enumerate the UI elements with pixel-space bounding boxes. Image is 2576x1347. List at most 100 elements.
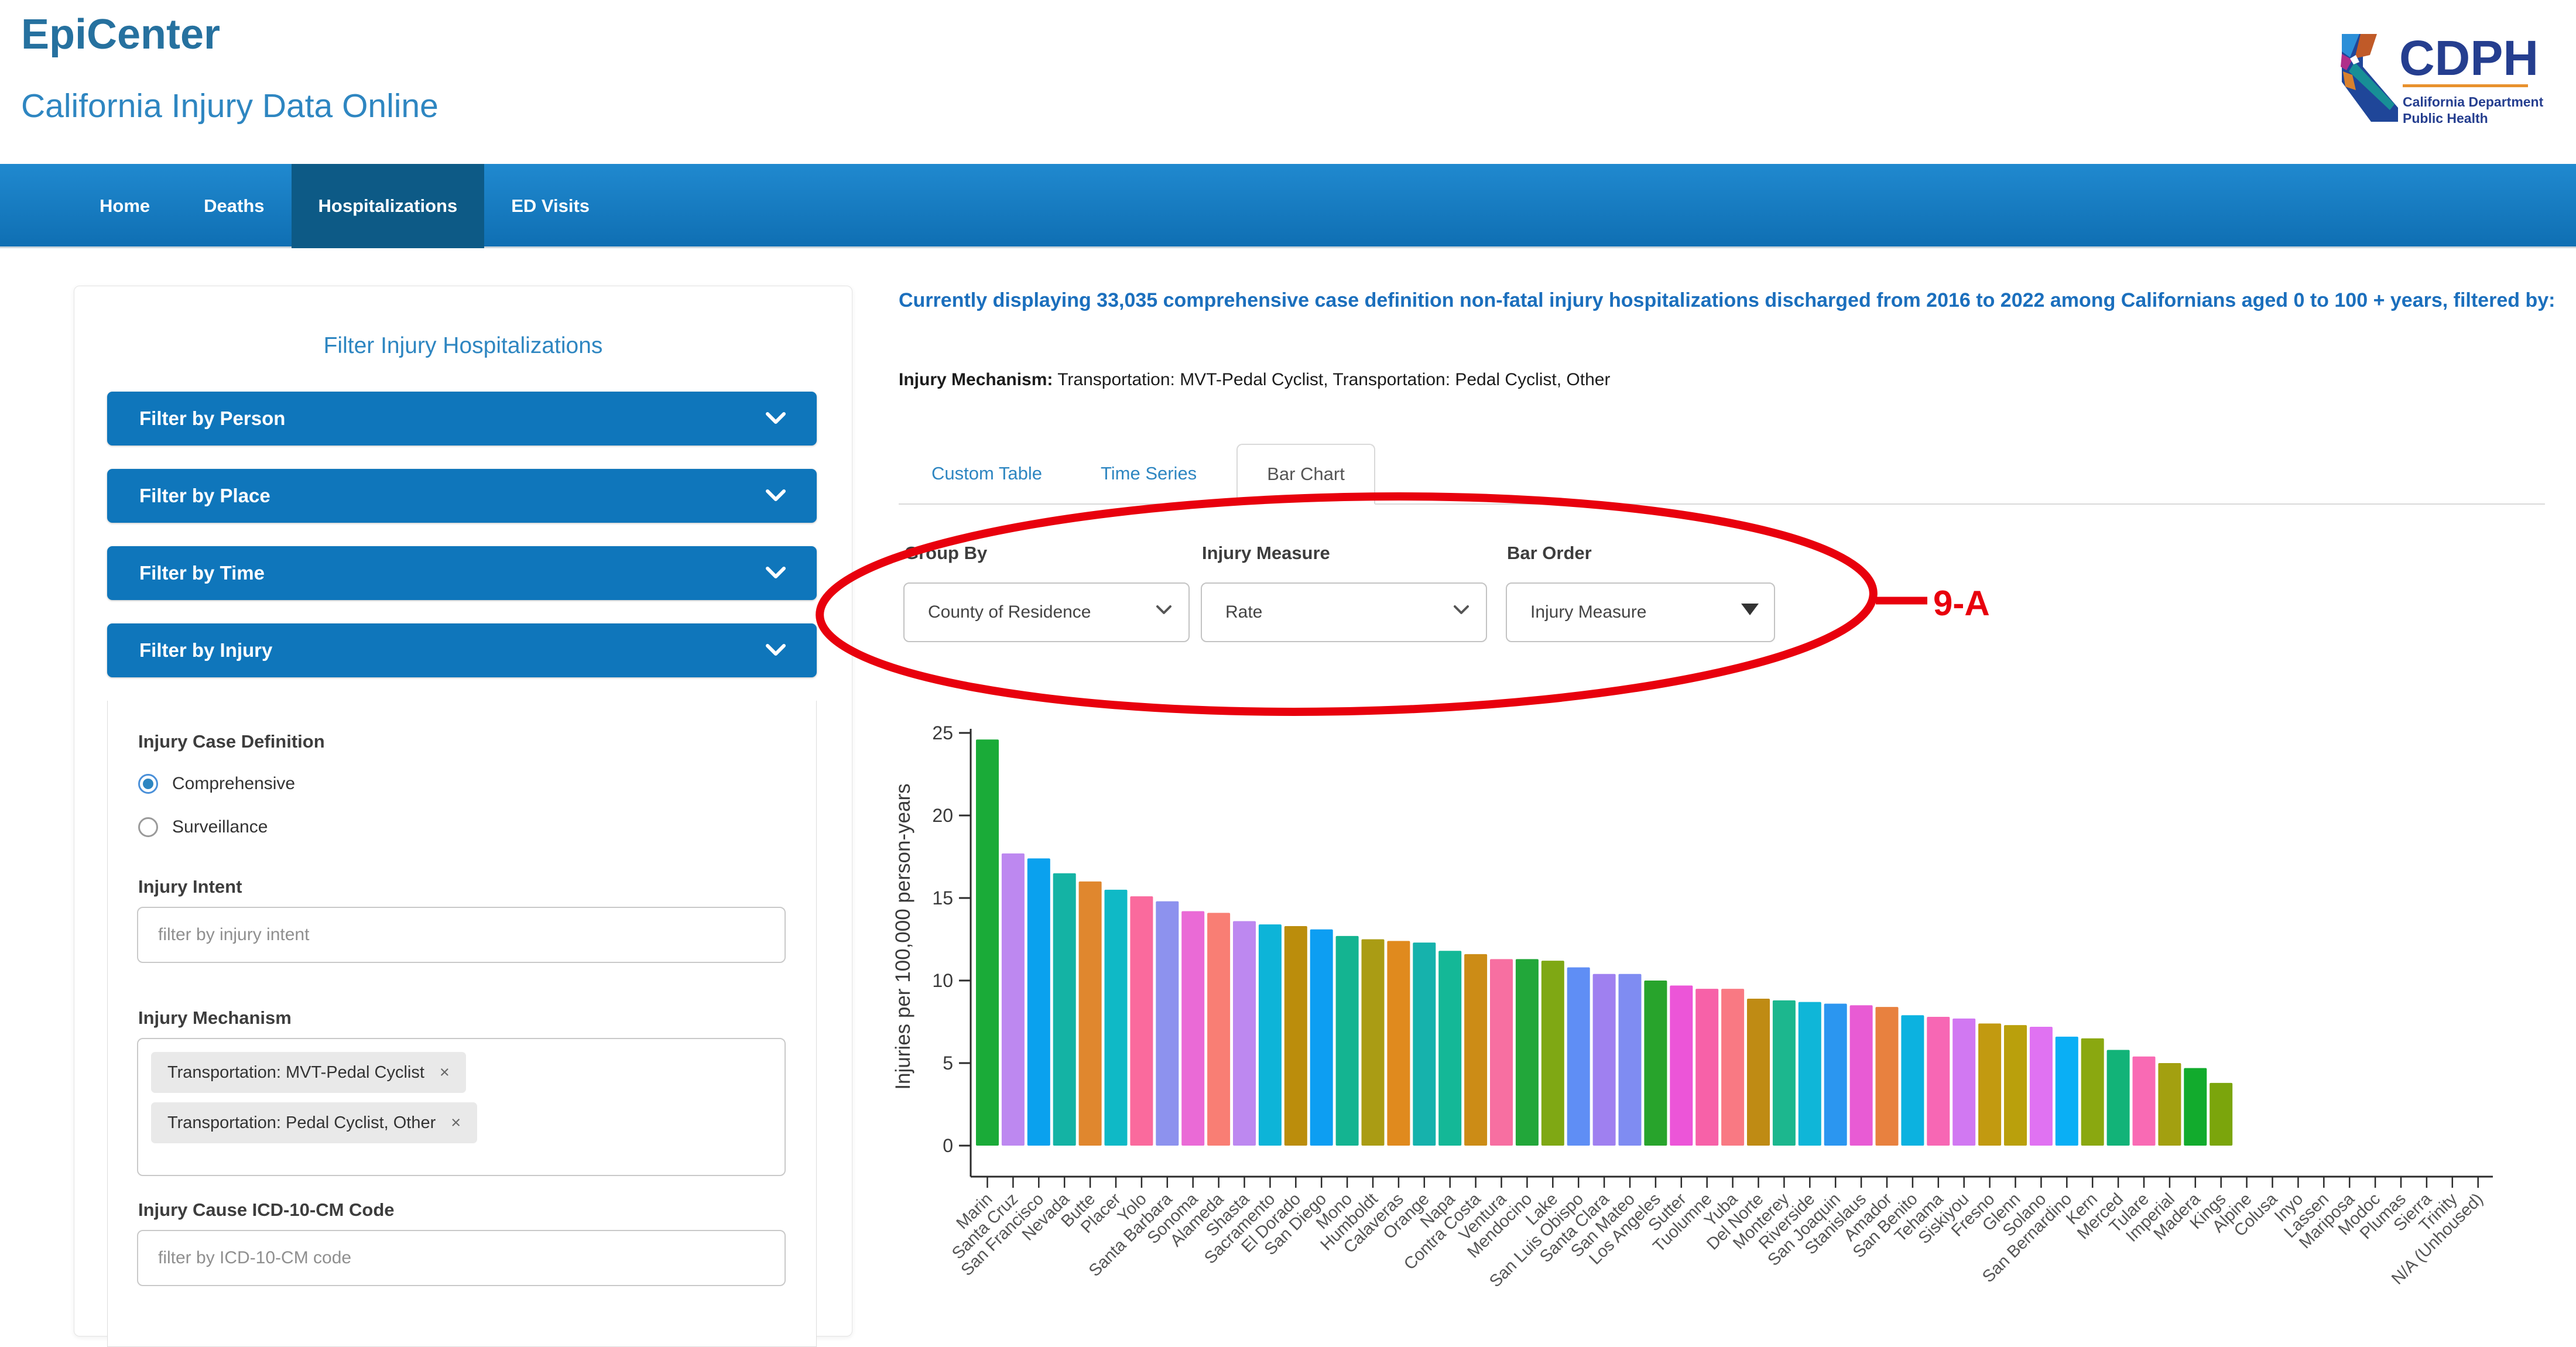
- accordion-filter-by-time[interactable]: Filter by Time: [107, 546, 817, 600]
- bar-sacramento: [1259, 924, 1282, 1146]
- chevron-down-icon: [765, 489, 786, 503]
- icd-code-label: Injury Cause ICD-10-CM Code: [138, 1199, 395, 1221]
- view-tabs: Custom Table Time Series Bar Chart: [899, 444, 2545, 505]
- bar-alameda: [1207, 913, 1230, 1146]
- radio-comprehensive[interactable]: Comprehensive: [138, 771, 295, 797]
- chevron-down-icon: [765, 489, 786, 503]
- tab-custom-table[interactable]: Custom Table: [931, 463, 1042, 484]
- bar-nevada: [1053, 873, 1076, 1146]
- y-tick-label: 10: [932, 970, 953, 991]
- main-nav: HomeDeathsHospitalizationsED Visits: [0, 164, 2576, 248]
- injury-mechanism-label: Injury Mechanism: [138, 1007, 292, 1029]
- chevron-down-icon: [1156, 605, 1172, 615]
- bar-san-diego: [1310, 930, 1333, 1146]
- bar-placer: [1105, 890, 1128, 1146]
- bar-siskiyou: [1952, 1019, 1975, 1146]
- chevron-down-icon: [765, 643, 786, 657]
- bar-tehama: [1927, 1017, 1950, 1146]
- bar-yuba: [1721, 989, 1744, 1146]
- radio-label: Comprehensive: [172, 774, 295, 794]
- chevron-down-icon: [1453, 605, 1469, 615]
- bar-calaveras: [1387, 941, 1410, 1146]
- bar-yolo: [1130, 896, 1153, 1146]
- nav-item-deaths[interactable]: Deaths: [177, 164, 291, 248]
- injury-intent-input[interactable]: [137, 907, 786, 963]
- bar-santa-barbara: [1156, 902, 1179, 1146]
- bar-chart: 0510152025Injuries per 100,000 person-ye…: [878, 702, 2576, 1338]
- bar-monterey: [1773, 1000, 1796, 1146]
- caret-down-icon: [1741, 604, 1759, 615]
- remove-tag-icon[interactable]: ×: [440, 1063, 450, 1082]
- bar-san-mateo: [1619, 974, 1642, 1146]
- bar-san-francisco: [1027, 858, 1050, 1146]
- cdph-logo-icon: CDPH California Department of Public Hea…: [2329, 21, 2547, 138]
- injury-mechanism-box[interactable]: Transportation: MVT-Pedal Cyclist× Transp…: [137, 1038, 786, 1176]
- bar-tulare: [2133, 1057, 2156, 1146]
- results-summary: Currently displaying 33,035 comprehensiv…: [899, 280, 2561, 321]
- bar-riverside: [1799, 1002, 1821, 1146]
- bar-marin: [976, 739, 999, 1146]
- chevron-down-icon: [765, 412, 786, 426]
- bar-san-luis-obispo: [1567, 967, 1590, 1146]
- bar-solano: [2030, 1027, 2053, 1146]
- mechanism-tag: Transportation: Pedal Cyclist, Other×: [151, 1102, 477, 1143]
- radio-unselected-icon[interactable]: [138, 817, 158, 837]
- bar-glenn: [2004, 1025, 2027, 1146]
- radio-surveillance[interactable]: Surveillance: [138, 814, 268, 840]
- nav-item-hospitalizations[interactable]: Hospitalizations: [292, 164, 485, 248]
- applied-filter-value: Transportation: MVT-Pedal Cyclist, Trans…: [1053, 370, 1610, 389]
- y-axis-title: Injuries per 100,000 person-years: [892, 783, 914, 1089]
- app-subtitle: California Injury Data Online: [21, 87, 439, 125]
- radio-label: Surveillance: [172, 817, 268, 837]
- bar-sutter: [1670, 985, 1693, 1146]
- injury-measure-label: Injury Measure: [1202, 543, 1330, 564]
- accordion-filter-by-person[interactable]: Filter by Person: [107, 392, 817, 445]
- chevron-down-icon: [765, 412, 786, 426]
- y-tick-label: 20: [932, 805, 953, 826]
- accordion-filter-by-place[interactable]: Filter by Place: [107, 469, 817, 523]
- bar-contra-costa: [1464, 954, 1487, 1146]
- bar-stanislaus: [1850, 1005, 1873, 1146]
- radio-selected-icon[interactable]: [138, 774, 158, 794]
- bar-order-select[interactable]: Injury Measure: [1506, 582, 1775, 642]
- bar-humboldt: [1362, 940, 1385, 1146]
- group-by-select[interactable]: County of Residence: [903, 582, 1190, 642]
- injury-measure-select[interactable]: Rate: [1201, 582, 1487, 642]
- accordion-filter-by-injury[interactable]: Filter by Injury: [107, 623, 817, 677]
- bar-madera: [2184, 1068, 2207, 1146]
- bar-shasta: [1233, 921, 1256, 1146]
- tab-bar-chart[interactable]: Bar Chart: [1236, 444, 1375, 505]
- filter-panel: Filter Injury Hospitalizations Filter by…: [74, 286, 852, 1336]
- bar-lake: [1542, 961, 1564, 1146]
- nav-item-home[interactable]: Home: [73, 164, 177, 248]
- y-tick-label: 15: [932, 887, 953, 909]
- chevron-down-icon: [765, 566, 786, 580]
- remove-tag-icon[interactable]: ×: [451, 1113, 461, 1133]
- nav-item-ed-visits[interactable]: ED Visits: [484, 164, 616, 248]
- bar-santa-cruz: [1002, 854, 1025, 1146]
- bar-san-benito: [1901, 1015, 1924, 1146]
- bar-amador: [1876, 1007, 1899, 1146]
- mechanism-tag: Transportation: MVT-Pedal Cyclist×: [151, 1052, 466, 1093]
- svg-text:CDPH: CDPH: [2399, 30, 2539, 85]
- filter-panel-title: Filter Injury Hospitalizations: [74, 333, 852, 359]
- bar-orange: [1413, 942, 1436, 1146]
- svg-text:Public Health: Public Health: [2403, 111, 2488, 126]
- applied-filter-label: Injury Mechanism:: [899, 370, 1053, 389]
- y-tick-label: 25: [932, 722, 953, 743]
- cdph-logo: CDPH California Department of Public Hea…: [2329, 21, 2547, 138]
- bar-sonoma: [1181, 911, 1204, 1146]
- bar-butte: [1079, 882, 1102, 1146]
- bar-kings: [2210, 1083, 2232, 1146]
- bar-napa: [1438, 951, 1461, 1146]
- chart-controls: Group ByCounty of ResidenceInjury Measur…: [899, 536, 2070, 653]
- tab-time-series[interactable]: Time Series: [1101, 463, 1197, 484]
- filter-by-injury-panel: Injury Case Definition ComprehensiveSurv…: [107, 701, 817, 1347]
- icd-code-input[interactable]: [137, 1230, 786, 1286]
- bar-ventura: [1490, 959, 1513, 1146]
- app-title: EpiCenter: [21, 11, 220, 59]
- bar-mendocino: [1516, 959, 1539, 1146]
- y-tick-label: 0: [943, 1135, 953, 1156]
- bar-kern: [2081, 1038, 2104, 1146]
- bar-el-dorado: [1284, 926, 1307, 1146]
